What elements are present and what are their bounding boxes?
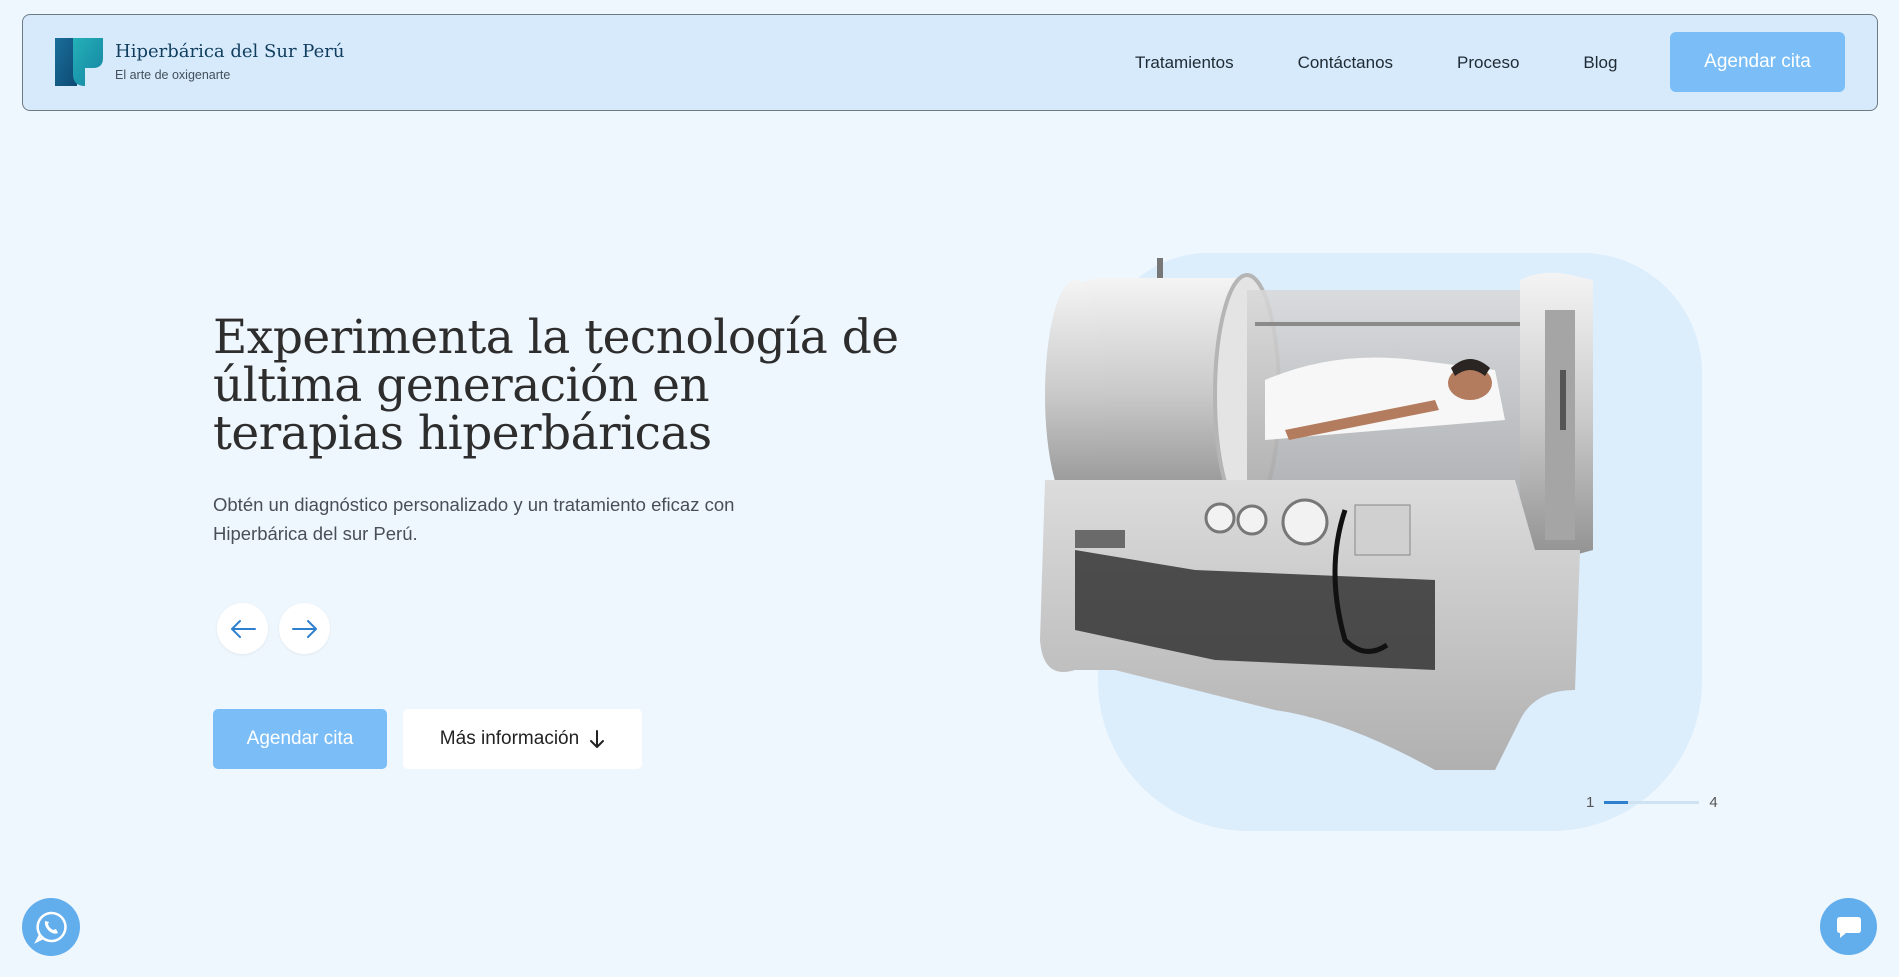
more-info-button[interactable]: Más información [403, 709, 642, 769]
main-nav: Tratamientos Contáctanos Proceso Blog [1135, 15, 1617, 110]
arrow-right-icon [291, 619, 317, 638]
more-info-label: Más información [439, 728, 580, 749]
whatsapp-icon [34, 911, 67, 944]
slide-progress-track [1604, 801, 1700, 804]
header-book-appointment-button[interactable]: Agendar cita [1670, 32, 1845, 92]
brand-name[interactable]: Hiperbárica del Sur Perú [115, 40, 344, 64]
slide-current: 1 [1586, 794, 1595, 811]
nav-item-proceso[interactable]: Proceso [1457, 53, 1519, 73]
book-appointment-button[interactable]: Agendar cita [213, 709, 387, 769]
chat-bubble-icon [1836, 916, 1861, 938]
brand-logo[interactable] [55, 38, 105, 88]
hero-subtitle: Obtén un diagnóstico personalizado y un … [213, 494, 735, 544]
slide-total: 4 [1709, 794, 1718, 811]
site-header: Hiperbárica del Sur Perú El arte de oxig… [22, 14, 1878, 111]
slide-progress-fill [1604, 801, 1629, 804]
nav-item-tratamientos[interactable]: Tratamientos [1135, 53, 1234, 73]
brand-text: Hiperbárica del Sur Perú El arte de oxig… [115, 40, 344, 82]
slider-indicator: 1 4 [1586, 794, 1718, 811]
arrow-left-icon [230, 619, 256, 638]
slider-prev-button[interactable] [217, 603, 268, 654]
hero-title: Experimenta la tecnología de última gene… [213, 310, 899, 461]
hyperbaric-chamber-image [1040, 258, 1593, 770]
brand-tagline: El arte de oxigenarte [115, 68, 231, 82]
chat-button[interactable] [1820, 898, 1877, 955]
slider-next-button[interactable] [279, 603, 330, 654]
nav-item-blog[interactable]: Blog [1583, 53, 1617, 73]
arrow-down-icon [590, 730, 605, 748]
nav-item-contactanos[interactable]: Contáctanos [1298, 53, 1393, 73]
whatsapp-button[interactable] [22, 898, 80, 956]
